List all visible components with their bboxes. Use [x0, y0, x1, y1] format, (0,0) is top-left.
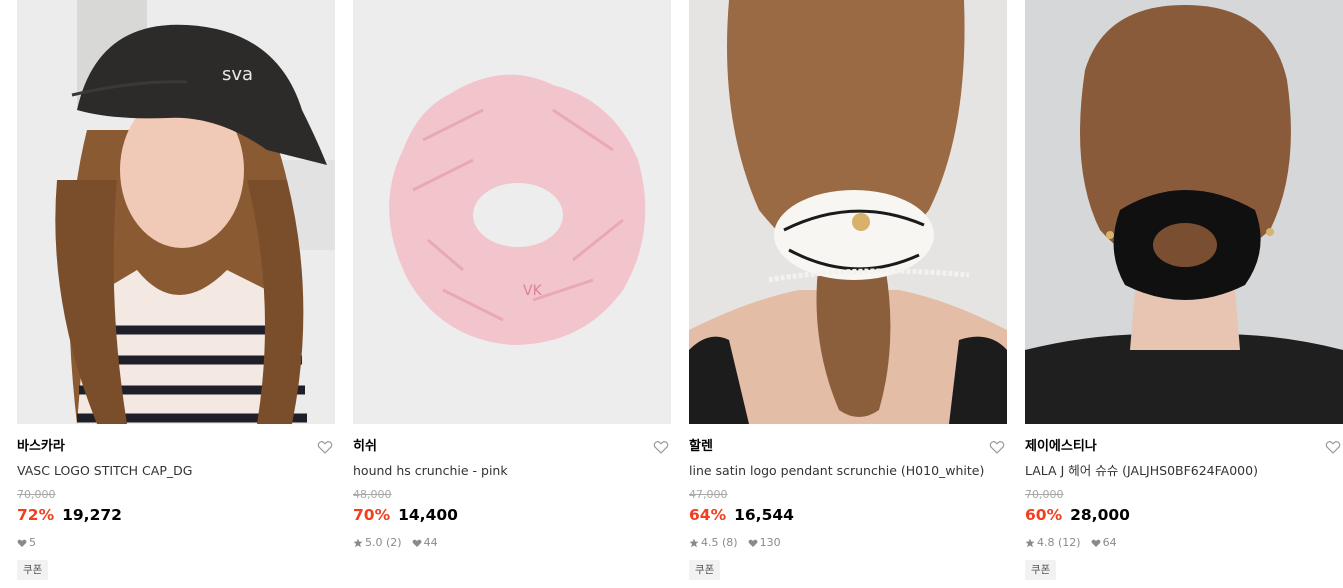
- discount-rate: 72%: [17, 506, 55, 524]
- product-stats: 4.8 (12) 64: [1025, 537, 1117, 549]
- product-image[interactable]: VK: [353, 0, 671, 424]
- product-image[interactable]: [689, 0, 1007, 424]
- heart-filled-icon: [412, 538, 422, 548]
- heart-filled-icon: [748, 538, 758, 548]
- discount-rate: 70%: [353, 506, 391, 524]
- star-icon: [689, 538, 699, 548]
- star-icon: [1025, 538, 1035, 548]
- svg-text:VK: VK: [523, 283, 543, 299]
- wishlist-heart-icon[interactable]: [1325, 439, 1341, 455]
- sale-price: 28,000: [1070, 506, 1130, 524]
- product-name[interactable]: line satin logo pendant scrunchie (H010_…: [689, 463, 984, 479]
- coupon-badge: 쿠폰: [17, 560, 49, 580]
- brand-name[interactable]: 제이에스티나: [1025, 438, 1097, 456]
- likes-count: 44: [423, 536, 438, 549]
- original-price: 48,000: [353, 488, 392, 501]
- svg-text:sva: sva: [222, 64, 253, 85]
- sale-price: 19,272: [62, 506, 122, 524]
- star-icon: [353, 538, 363, 548]
- brand-name[interactable]: 할렌: [689, 438, 713, 456]
- heart-filled-icon: [1091, 538, 1101, 548]
- product-card[interactable]: sva 바스카라 VASC LOGO STITCH CAP_DG 70,000 …: [17, 0, 335, 588]
- product-name[interactable]: hound hs crunchie - pink: [353, 463, 508, 479]
- price-row: 70% 14,400: [353, 505, 458, 525]
- sale-price: 16,544: [734, 506, 794, 524]
- brand-name[interactable]: 히쉬: [353, 438, 377, 456]
- wishlist-heart-icon[interactable]: [989, 439, 1005, 455]
- coupon-badge: 쿠폰: [1025, 560, 1057, 580]
- product-name[interactable]: LALA J 헤어 슈슈 (JALJHS0BF624FA000): [1025, 463, 1258, 479]
- price-row: 72% 19,272: [17, 505, 122, 525]
- product-card[interactable]: VK 히쉬 hound hs crunchie - pink 48,000 70…: [353, 0, 671, 588]
- product-card[interactable]: 할렌 line satin logo pendant scrunchie (H0…: [689, 0, 1007, 588]
- rating-score: 4.8 (12): [1037, 536, 1081, 549]
- product-card[interactable]: 제이에스티나 LALA J 헤어 슈슈 (JALJHS0BF624FA000) …: [1025, 0, 1343, 588]
- likes-count: 5: [29, 536, 36, 549]
- product-stats: 5.0 (2) 44: [353, 537, 438, 549]
- wishlist-heart-icon[interactable]: [653, 439, 669, 455]
- likes-count: 130: [759, 536, 781, 549]
- product-image[interactable]: sva: [17, 0, 335, 424]
- original-price: 70,000: [1025, 488, 1064, 501]
- coupon-badge: 쿠폰: [689, 560, 721, 580]
- sale-price: 14,400: [398, 506, 458, 524]
- product-stats: 5: [17, 537, 36, 549]
- product-name[interactable]: VASC LOGO STITCH CAP_DG: [17, 463, 192, 479]
- product-image[interactable]: [1025, 0, 1343, 424]
- price-row: 60% 28,000: [1025, 505, 1130, 525]
- product-grid: sva 바스카라 VASC LOGO STITCH CAP_DG 70,000 …: [0, 0, 1343, 588]
- rating-score: 5.0 (2): [365, 536, 402, 549]
- heart-filled-icon: [17, 538, 27, 548]
- wishlist-heart-icon[interactable]: [317, 439, 333, 455]
- discount-rate: 60%: [1025, 506, 1063, 524]
- price-row: 64% 16,544: [689, 505, 794, 525]
- original-price: 70,000: [17, 488, 56, 501]
- brand-name[interactable]: 바스카라: [17, 438, 65, 456]
- product-stats: 4.5 (8) 130: [689, 537, 781, 549]
- original-price: 47,000: [689, 488, 728, 501]
- likes-count: 64: [1102, 536, 1117, 549]
- rating-score: 4.5 (8): [701, 536, 738, 549]
- discount-rate: 64%: [689, 506, 727, 524]
